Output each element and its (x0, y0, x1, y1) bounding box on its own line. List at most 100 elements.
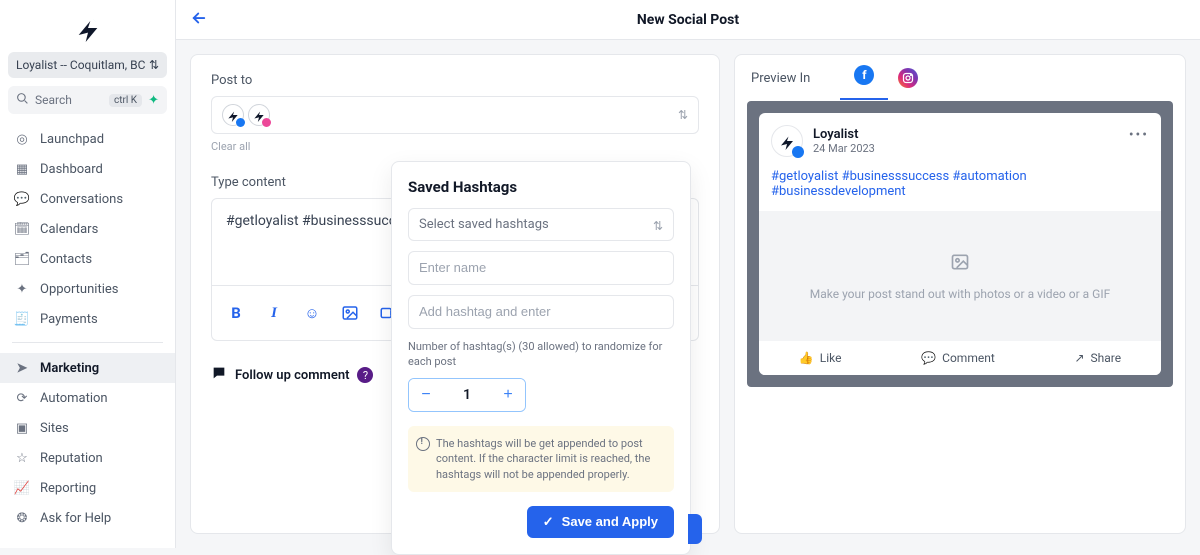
preview-tab-facebook[interactable]: f (854, 65, 874, 85)
grid-icon: ▦ (14, 161, 30, 177)
hashtag-add-input[interactable] (408, 295, 674, 329)
stepper-value: 1 (443, 379, 491, 411)
side-tab[interactable] (688, 514, 702, 544)
chat-icon: 💬 (14, 191, 30, 207)
hashtag-count-stepper: − 1 + (408, 378, 526, 412)
global-search[interactable]: Search ctrl K ✦ (8, 86, 167, 114)
share-action[interactable]: ↗Share (1074, 351, 1121, 365)
clear-all-link[interactable]: Clear all (211, 140, 699, 153)
bold-button[interactable]: B (226, 303, 246, 323)
graph-icon: ✦ (14, 281, 30, 297)
post-header: Loyalist 24 Mar 2023 ••• (759, 113, 1161, 169)
receipt-icon: 🧾 (14, 311, 30, 327)
page-title: New Social Post (637, 12, 739, 28)
nav-reputation[interactable]: ☆Reputation (0, 443, 175, 473)
nav-launchpad[interactable]: ◎Launchpad (0, 124, 175, 154)
italic-button[interactable]: I (264, 303, 284, 323)
saved-hashtags-select[interactable]: Select saved hashtags ⇅ (408, 208, 674, 241)
hashtag-add-field[interactable] (419, 304, 663, 319)
comment-action[interactable]: 💬Comment (921, 351, 995, 365)
contacts-icon: 🗂 (14, 251, 30, 267)
trend-icon: 📈 (14, 480, 30, 496)
calendar-icon: 🗓 (14, 221, 30, 237)
nav-marketing[interactable]: ➤Marketing (0, 353, 175, 383)
sync-icon: ⟳ (14, 390, 30, 406)
like-icon: 👍 (799, 351, 814, 365)
topbar: New Social Post (176, 0, 1200, 40)
send-icon: ➤ (14, 360, 30, 376)
crosshair-icon: ◎ (14, 131, 30, 147)
post-date: 24 Mar 2023 (813, 142, 875, 155)
post-media-placeholder: Make your post stand out with photos or … (759, 211, 1161, 341)
preview-in-label: Preview In (751, 71, 810, 86)
nav-dashboard[interactable]: ▦Dashboard (0, 154, 175, 184)
image-icon (950, 252, 970, 277)
nav-sites[interactable]: ▣Sites (0, 413, 175, 443)
saved-hashtags-popover: Saved Hashtags Select saved hashtags ⇅ N… (391, 161, 691, 555)
preview-header: Preview In f (735, 55, 1185, 101)
post-card: Loyalist 24 Mar 2023 ••• #getloyalist #b… (759, 113, 1161, 375)
popover-alert: The hashtags will be get appended to pos… (408, 426, 674, 492)
account-avatar-ig[interactable] (248, 104, 270, 126)
comment-icon (211, 365, 227, 385)
media-hint: Make your post stand out with photos or … (810, 287, 1110, 301)
search-icon (16, 92, 29, 108)
post-avatar (771, 125, 803, 157)
check-icon: ✓ (543, 514, 554, 530)
main: New Social Post Post to ⇅ Clear all Type… (176, 0, 1200, 548)
post-actions: 👍Like 💬Comment ↗Share (759, 341, 1161, 375)
nav-calendars[interactable]: 🗓Calendars (0, 214, 175, 244)
select-placeholder: Select saved hashtags (419, 217, 549, 232)
bolt-icon: ✦ (148, 93, 159, 108)
chevron-up-down-icon: ⇅ (653, 219, 663, 233)
post-name: Loyalist (813, 127, 875, 142)
chevron-up-down-icon: ⇅ (678, 108, 688, 122)
help-icon[interactable]: ? (357, 367, 373, 383)
post-tags: #getloyalist #businesssuccess #automatio… (759, 169, 1161, 211)
popover-title: Saved Hashtags (408, 178, 674, 196)
hashtag-name-field[interactable] (419, 260, 663, 275)
nav-secondary: ➤Marketing ⟳Automation ▣Sites ☆Reputatio… (0, 351, 175, 533)
account-avatar-fb[interactable] (222, 104, 244, 126)
search-shortcut: ctrl K (109, 94, 142, 107)
like-action[interactable]: 👍Like (799, 351, 842, 365)
followup-label: Follow up comment (235, 368, 349, 383)
app-logo (0, 8, 175, 52)
star-icon: ☆ (14, 450, 30, 466)
nav-primary: ◎Launchpad ▦Dashboard 💬Conversations 🗓Ca… (0, 122, 175, 334)
stepper-plus[interactable]: + (491, 379, 525, 411)
back-button[interactable] (190, 9, 208, 31)
chevron-up-down-icon: ⇅ (149, 58, 159, 72)
sidebar: Loyalist -- Coquitlam, BC ⇅ Search ctrl … (0, 0, 176, 548)
post-to-select[interactable]: ⇅ (211, 96, 699, 134)
search-placeholder: Search (35, 93, 72, 107)
hashtag-name-input[interactable] (408, 251, 674, 285)
lifebuoy-icon: ❂ (14, 510, 30, 526)
editor-card: Post to ⇅ Clear all Type content #getloy… (190, 54, 720, 534)
nav-conversations[interactable]: 💬Conversations (0, 184, 175, 214)
share-icon: ↗ (1074, 351, 1084, 365)
nav-separator (12, 342, 163, 343)
preview-body: Loyalist 24 Mar 2023 ••• #getloyalist #b… (747, 101, 1173, 387)
nav-payments[interactable]: 🧾Payments (0, 304, 175, 334)
save-apply-button[interactable]: ✓ Save and Apply (527, 506, 674, 538)
nav-contacts[interactable]: 🗂Contacts (0, 244, 175, 274)
emoji-button[interactable]: ☺ (302, 303, 322, 323)
org-name: Loyalist -- Coquitlam, BC (16, 58, 145, 72)
save-apply-label: Save and Apply (562, 514, 658, 529)
nav-automation[interactable]: ⟳Automation (0, 383, 175, 413)
nav-reporting[interactable]: 📈Reporting (0, 473, 175, 503)
nav-opportunities[interactable]: ✦Opportunities (0, 274, 175, 304)
logo-icon (74, 14, 102, 42)
post-to-label: Post to (211, 73, 699, 88)
layout-icon: ▣ (14, 420, 30, 436)
org-selector[interactable]: Loyalist -- Coquitlam, BC ⇅ (8, 52, 167, 78)
post-more-icon[interactable]: ••• (1129, 127, 1149, 143)
preview-tab-instagram[interactable] (898, 68, 918, 88)
randomize-hint: Number of hashtag(s) (30 allowed) to ran… (408, 339, 674, 370)
image-button[interactable] (340, 303, 360, 323)
preview-card: Preview In f Loyalist 24 Ma (734, 54, 1186, 534)
comment-icon: 💬 (921, 351, 936, 365)
nav-help[interactable]: ❂Ask for Help (0, 503, 175, 533)
stepper-minus[interactable]: − (409, 379, 443, 411)
